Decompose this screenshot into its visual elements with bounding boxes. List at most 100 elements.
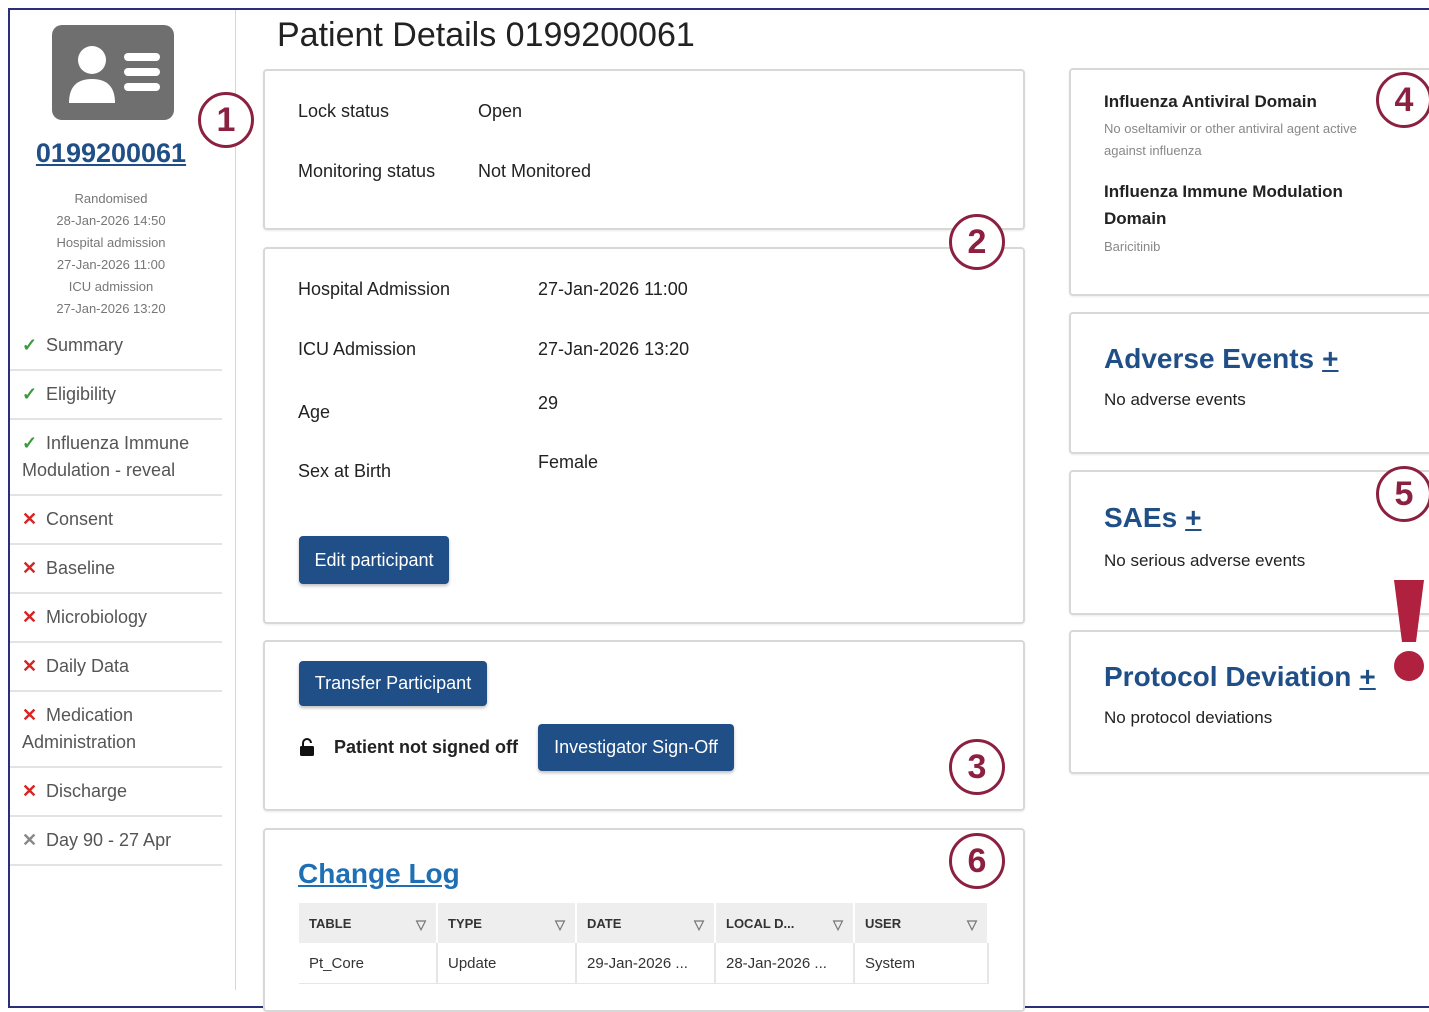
- callout-6: 6: [949, 833, 1005, 889]
- lock-status-value: Open: [478, 101, 523, 121]
- patient-id-link[interactable]: 0199200061: [10, 138, 212, 169]
- sex-at-birth-value: Female: [538, 452, 599, 472]
- monitoring-status-label: Monitoring status: [298, 161, 436, 181]
- sidebar-item-baseline[interactable]: ✕ Baseline: [10, 545, 222, 594]
- callout-4: 4: [1376, 72, 1429, 128]
- filter-icon[interactable]: ▽: [555, 917, 565, 933]
- col-local-date[interactable]: LOCAL D... ▽: [715, 903, 855, 943]
- table-cell: Update: [437, 943, 577, 984]
- sidebar-item-label: Summary: [46, 335, 124, 355]
- icu-admission-value: 27-Jan-2026 13:20: [538, 339, 690, 359]
- col-type[interactable]: TYPE ▽: [437, 903, 577, 943]
- callout-3: 3: [949, 739, 1005, 795]
- col-date[interactable]: DATE ▽: [576, 903, 716, 943]
- adverse-events-heading: Adverse Events +: [1104, 343, 1338, 375]
- sidebar-item-label: Baseline: [46, 558, 116, 578]
- sidebar-item-discharge[interactable]: ✕ Discharge: [10, 768, 222, 817]
- add-sae-button[interactable]: +: [1185, 502, 1201, 533]
- domain-antiviral-title: Influenza Antiviral Domain: [1104, 92, 1317, 111]
- domain-antiviral-desc: No oseltamivir or other antiviral agent …: [1104, 121, 1357, 158]
- sidebar-item-label: Microbiology: [46, 607, 148, 627]
- check-icon: ✓: [22, 384, 38, 404]
- col-date-label: DATE: [587, 915, 622, 931]
- sidebar-item-medication-administration[interactable]: ✕ Medication Administration: [10, 692, 222, 768]
- sidebar-nav: ✓ Summary ✓ Eligibility ✓ Influenza Immune …: [10, 322, 222, 866]
- patient-card-icon: [52, 25, 174, 120]
- meta-hospital-date: 27-Jan-2026 11:00: [56, 257, 166, 272]
- table-cell: Pt_Core: [299, 943, 438, 984]
- add-adverse-event-button[interactable]: +: [1322, 343, 1338, 374]
- sidebar-item-eligibility[interactable]: ✓ Eligibility: [10, 371, 222, 420]
- cross-icon: ✕: [22, 607, 38, 627]
- col-local-date-label: LOCAL D...: [726, 915, 795, 931]
- col-table-label: TABLE: [309, 915, 352, 931]
- lock-status-label: Lock status: [298, 101, 390, 121]
- filter-icon[interactable]: ▽: [694, 917, 704, 933]
- change-log-heading[interactable]: Change Log: [298, 858, 460, 890]
- sidebar-item-label: Consent: [46, 509, 114, 529]
- filter-icon[interactable]: ▽: [833, 917, 843, 933]
- cross-icon: ✕: [22, 830, 38, 850]
- exclamation-alert-icon: [1392, 580, 1426, 689]
- callout-5: 5: [1376, 466, 1429, 522]
- sidebar-item-daily-data[interactable]: ✕ Daily Data: [10, 643, 222, 692]
- table-cell: 28-Jan-2026 ...: [715, 943, 855, 984]
- cross-icon: ✕: [22, 509, 38, 529]
- lock-icon: [299, 738, 315, 761]
- cross-icon: ✕: [22, 656, 38, 676]
- protocol-deviation-card: Protocol Deviation + No protocol deviatio…: [1069, 630, 1429, 774]
- adverse-events-empty: No adverse events: [1104, 390, 1246, 409]
- patient-meta: Randomised 28-Jan-2026 14:50 Hospital ad…: [10, 188, 212, 320]
- age-label: Age: [298, 402, 331, 422]
- sidebar-item-consent[interactable]: ✕ Consent: [10, 496, 222, 545]
- filter-icon[interactable]: ▽: [967, 917, 977, 933]
- meta-randomised-label: Randomised: [74, 191, 148, 206]
- saes-card: SAEs + No serious adverse events: [1069, 470, 1429, 615]
- col-table[interactable]: TABLE ▽: [299, 903, 438, 943]
- monitoring-status-value: Not Monitored: [478, 161, 592, 181]
- add-protocol-deviation-button[interactable]: +: [1359, 661, 1375, 692]
- hospital-admission-value: 27-Jan-2026 11:00: [538, 279, 688, 299]
- check-icon: ✓: [22, 335, 38, 355]
- edit-participant-button[interactable]: Edit participant: [299, 536, 449, 584]
- table-row[interactable]: Pt_Core Update 29-Jan-2026 ... 28-Jan-20…: [299, 943, 989, 984]
- meta-icu-date: 27-Jan-2026 13:20: [56, 301, 166, 316]
- col-user-label: USER: [865, 915, 902, 931]
- saes-heading: SAEs +: [1104, 502, 1202, 534]
- status-card: Lock status Open Monitoring status Not M…: [263, 69, 1025, 230]
- meta-hospital-label: Hospital admission: [56, 235, 166, 250]
- sidebar-item-immune-modulation-reveal[interactable]: ✓ Influenza Immune Modulation - reveal: [10, 420, 222, 496]
- adverse-events-title: Adverse Events: [1104, 343, 1315, 374]
- cross-icon: ✕: [22, 558, 38, 578]
- icu-admission-label: ICU Admission: [298, 339, 417, 359]
- cross-icon: ✕: [22, 781, 38, 801]
- domain-immune-title: Influenza Immune Modulation Domain: [1104, 182, 1343, 228]
- sidebar-item-label: Day 90 - 27 Apr: [46, 830, 172, 850]
- callout-2: 2: [949, 214, 1005, 270]
- sidebar: 0199200061 Randomised 28-Jan-2026 14:50 …: [10, 10, 236, 990]
- hospital-admission-label: Hospital Admission: [298, 279, 451, 299]
- domain-immune-desc: Baricitinib: [1104, 239, 1161, 254]
- sidebar-item-day-90[interactable]: ✕ Day 90 - 27 Apr: [10, 817, 222, 866]
- sidebar-item-label: Influenza Immune Modulation - reveal: [22, 433, 190, 480]
- table-cell: 29-Jan-2026 ...: [576, 943, 716, 984]
- change-log-table: TABLE ▽ TYPE ▽ DATE ▽ LOCAL D... ▽ USER ▽ Pt_…: [299, 903, 989, 984]
- protocol-deviation-empty: No protocol deviations: [1104, 708, 1273, 727]
- sidebar-item-microbiology[interactable]: ✕ Microbiology: [10, 594, 222, 643]
- investigator-signoff-button[interactable]: Investigator Sign-Off: [538, 724, 734, 771]
- page-title: Patient Details 0199200061: [277, 16, 695, 54]
- domains-card: Influenza Antiviral Domain No oseltamivi…: [1069, 68, 1429, 296]
- saes-empty: No serious adverse events: [1104, 551, 1306, 570]
- protocol-deviation-title: Protocol Deviation: [1104, 661, 1352, 692]
- col-user[interactable]: USER ▽: [854, 903, 989, 943]
- sidebar-item-label: Daily Data: [46, 656, 130, 676]
- sidebar-item-summary[interactable]: ✓ Summary: [10, 322, 222, 371]
- sex-at-birth-label: Sex at Birth: [298, 461, 392, 481]
- meta-randomised-date: 28-Jan-2026 14:50: [56, 213, 166, 228]
- sidebar-item-label: Eligibility: [46, 384, 117, 404]
- transfer-participant-button[interactable]: Transfer Participant: [299, 661, 487, 706]
- table-cell: System: [854, 943, 989, 984]
- check-icon: ✓: [22, 433, 38, 453]
- filter-icon[interactable]: ▽: [416, 917, 426, 933]
- saes-title: SAEs: [1104, 502, 1178, 533]
